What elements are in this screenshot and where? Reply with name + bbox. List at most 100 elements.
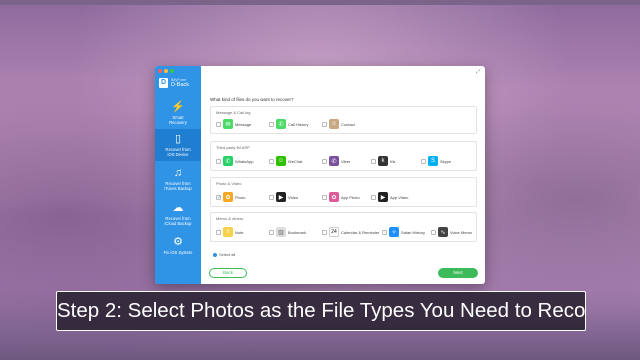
sidebar-item-label: Recovery <box>169 120 187 125</box>
desktop-menubar <box>0 0 640 5</box>
file-type-app-video[interactable]: ▶ App Video <box>371 192 408 202</box>
safari-icon: ✧ <box>389 227 399 237</box>
file-type-label: Contact <box>341 121 355 127</box>
checkbox[interactable] <box>322 121 327 127</box>
voice-memo-icon: ∿ <box>438 227 448 237</box>
file-type-label: Viber <box>341 158 351 164</box>
wrench-icon: ⚙ <box>173 236 183 248</box>
file-type-photo[interactable]: ✓ ✿ Photo <box>216 192 245 202</box>
phone-icon: ▯ <box>174 133 182 145</box>
file-type-voice-memo[interactable]: ∿ Voice Memo <box>431 227 472 237</box>
checkbox[interactable] <box>322 194 327 200</box>
main-content: ⤢ What kind of files do you want to reco… <box>201 66 485 284</box>
file-type-contact[interactable]: ☺ Contact <box>322 119 355 129</box>
notes-icon: ≡ <box>223 227 233 237</box>
video-clapper-icon: ▶ <box>276 192 286 202</box>
app-photo-icon: ✿ <box>329 192 339 202</box>
group-title: Photo & Video <box>216 181 242 186</box>
brand-product: D-Back <box>171 82 190 88</box>
file-type-skype[interactable]: S Skype <box>421 156 451 166</box>
file-type-message[interactable]: ✉ Message <box>216 119 251 129</box>
radio-dot-icon <box>213 252 217 257</box>
cloud-icon: ☁ <box>172 202 184 214</box>
app-window: D iMyFone D-Back ⚡ Smart Recovery ▯ Reco… <box>155 66 485 284</box>
file-type-label: App Video <box>390 194 409 200</box>
select-all-label: Select all <box>219 252 236 257</box>
sidebar-item-label: iTunes Backup <box>164 186 192 191</box>
checkbox[interactable] <box>269 158 274 164</box>
checkbox[interactable] <box>216 229 221 235</box>
file-type-app-photo[interactable]: ✿ App Photo <box>322 192 360 202</box>
file-type-video[interactable]: ▶ Video <box>269 192 298 202</box>
file-type-label: Kik <box>390 158 396 164</box>
select-all-toggle[interactable]: Select all <box>213 252 235 257</box>
file-group-photo-video: Photo & Video ✓ ✿ Photo ▶ Video ✿ App Ph… <box>210 177 477 207</box>
file-type-call-history[interactable]: ✆ Call History <box>269 119 308 129</box>
minimize-window-button[interactable] <box>164 69 168 73</box>
file-type-label: Note <box>235 229 244 235</box>
viber-icon: ✆ <box>329 156 339 166</box>
checkbox[interactable] <box>216 158 221 164</box>
expand-icon[interactable]: ⤢ <box>476 69 480 75</box>
file-type-calendar-reminder[interactable]: 24 Calendar & Reminder <box>322 227 379 237</box>
sidebar-item-smart-recovery[interactable]: ⚡ Smart Recovery <box>155 99 201 127</box>
file-type-label: Photo <box>235 194 246 200</box>
whatsapp-icon: ✆ <box>223 156 233 166</box>
checkbox[interactable] <box>269 121 274 127</box>
file-type-label: Video <box>288 194 299 200</box>
group-title: Third-party IM APP <box>216 145 250 150</box>
skype-icon: S <box>428 156 438 166</box>
file-type-label: Safari History <box>401 229 426 235</box>
sidebar-item-label: iCloud Backup <box>164 221 192 226</box>
checkbox[interactable] <box>371 158 376 164</box>
window-controls <box>158 69 174 73</box>
file-group-memo-others: Memo & others ≡ Note ▥ Bookmark 24 Calen… <box>210 212 477 242</box>
sidebar: D iMyFone D-Back ⚡ Smart Recovery ▯ Reco… <box>155 66 201 284</box>
file-type-safari-history[interactable]: ✧ Safari History <box>382 227 425 237</box>
calendar-icon: 24 <box>329 227 339 237</box>
contact-icon: ☺ <box>329 119 339 129</box>
music-note-icon: ♫ <box>173 167 183 179</box>
file-type-label: Bookmark <box>288 229 307 235</box>
app-logo-icon: D <box>159 78 168 88</box>
checkbox[interactable] <box>269 229 274 235</box>
file-type-label: WhatsApp <box>235 158 254 164</box>
file-type-label: Message <box>235 121 252 127</box>
file-type-viber[interactable]: ✆ Viber <box>322 156 350 166</box>
app-video-icon: ▶ <box>378 192 388 202</box>
checkbox[interactable] <box>431 229 436 235</box>
checkbox[interactable] <box>269 194 274 200</box>
brand: D iMyFone D-Back <box>159 77 199 89</box>
file-type-kik[interactable]: k Kik <box>371 156 396 166</box>
back-button[interactable]: Back <box>209 268 247 278</box>
file-type-label: Skype <box>440 158 452 164</box>
video-caption: Step 2: Select Photos as the File Types … <box>56 291 586 331</box>
checkbox[interactable] <box>382 229 387 235</box>
back-button-label: Back <box>222 270 233 275</box>
file-type-note[interactable]: ≡ Note <box>216 227 243 237</box>
kik-icon: k <box>378 156 388 166</box>
page-question: What kind of files do you want to recove… <box>210 97 294 102</box>
bookmark-icon: ▥ <box>276 227 286 237</box>
zoom-window-button[interactable] <box>170 69 174 73</box>
sidebar-item-fix-ios-system[interactable]: ⚙ Fix iOS System <box>155 234 201 260</box>
checkbox[interactable] <box>421 158 426 164</box>
checkbox-checked[interactable]: ✓ <box>216 194 221 200</box>
file-type-label: Call History <box>288 121 309 127</box>
checkbox[interactable] <box>322 158 327 164</box>
close-window-button[interactable] <box>158 69 162 73</box>
file-group-im-apps: Third-party IM APP ✆ WhatsApp ☺ WeChat ✆… <box>210 141 477 171</box>
checkbox[interactable] <box>216 121 221 127</box>
file-type-label: App Photo <box>341 194 360 200</box>
group-title: Message & Call log <box>216 110 251 115</box>
next-button[interactable]: Next <box>438 268 478 278</box>
sidebar-item-icloud-backup[interactable]: ☁ Recover from iCloud Backup <box>155 200 201 230</box>
checkbox[interactable] <box>322 229 327 235</box>
file-type-wechat[interactable]: ☺ WeChat <box>269 156 302 166</box>
sidebar-item-itunes-backup[interactable]: ♫ Recover from iTunes Backup <box>155 165 201 195</box>
file-type-label: Calendar & Reminder <box>341 229 380 235</box>
file-type-whatsapp[interactable]: ✆ WhatsApp <box>216 156 253 166</box>
file-type-bookmark[interactable]: ▥ Bookmark <box>269 227 306 237</box>
sidebar-item-ios-device[interactable]: ▯ Recover from iOS Device <box>155 129 201 161</box>
checkbox[interactable] <box>371 194 376 200</box>
